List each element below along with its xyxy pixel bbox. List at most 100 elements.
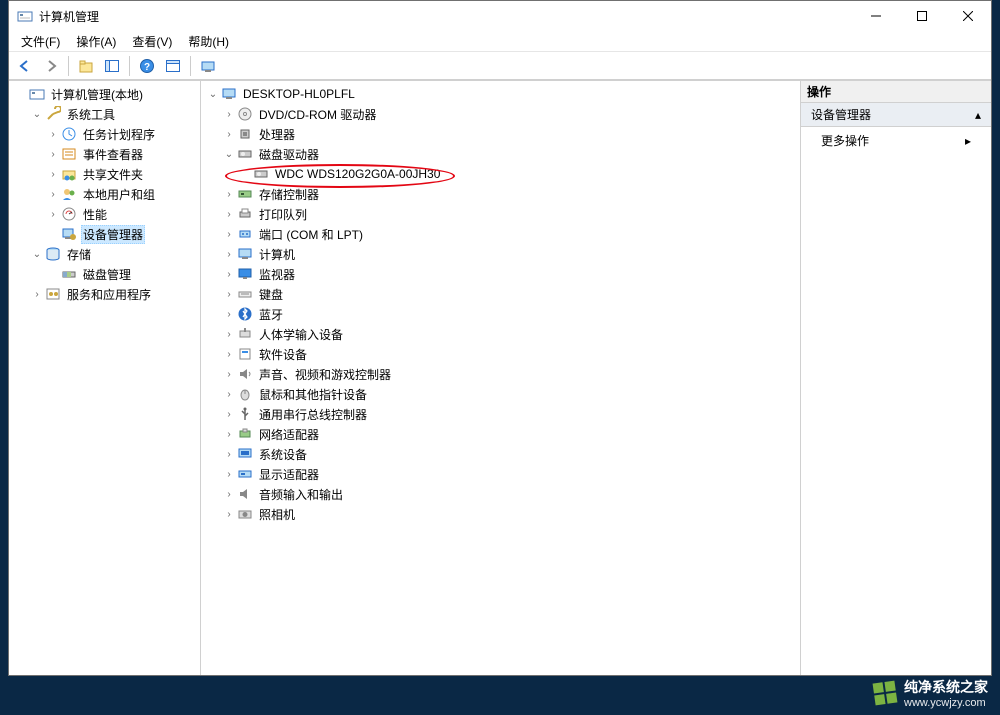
left-tree-panel: 计算机管理(本地) ⌄系统工具 ›任务计划程序 ›事件查看器 ›共享文件夹 ›本… bbox=[9, 81, 201, 675]
dev-network[interactable]: ›网络适配器 bbox=[201, 424, 800, 444]
collapse-icon[interactable]: ⌄ bbox=[205, 89, 221, 100]
disk-icon bbox=[253, 166, 269, 182]
up-button[interactable] bbox=[74, 54, 98, 78]
dev-monitor[interactable]: ›监视器 bbox=[201, 264, 800, 284]
menu-view[interactable]: 查看(V) bbox=[124, 31, 180, 52]
watermark-url: www.ycwjzy.com bbox=[904, 697, 988, 709]
toolbar-separator bbox=[190, 56, 191, 76]
software-icon bbox=[237, 346, 253, 362]
dev-camera[interactable]: ›照相机 bbox=[201, 504, 800, 524]
dev-mouse[interactable]: ›鼠标和其他指针设备 bbox=[201, 384, 800, 404]
expand-icon[interactable]: › bbox=[221, 469, 237, 480]
expand-icon[interactable]: › bbox=[221, 189, 237, 200]
expand-icon[interactable]: › bbox=[221, 509, 237, 520]
dev-computer[interactable]: ›计算机 bbox=[201, 244, 800, 264]
menu-action[interactable]: 操作(A) bbox=[68, 31, 124, 52]
window-controls bbox=[853, 1, 991, 31]
expand-icon[interactable]: › bbox=[221, 429, 237, 440]
scan-button[interactable] bbox=[196, 54, 220, 78]
expand-icon[interactable]: › bbox=[221, 409, 237, 420]
expand-icon[interactable]: › bbox=[221, 449, 237, 460]
tree-services-apps[interactable]: ›服务和应用程序 bbox=[9, 284, 200, 304]
tree-device-manager[interactable]: 设备管理器 bbox=[9, 224, 200, 244]
dev-display[interactable]: ›显示适配器 bbox=[201, 464, 800, 484]
dev-dvd[interactable]: ›DVD/CD-ROM 驱动器 bbox=[201, 104, 800, 124]
dev-print-queue[interactable]: ›打印队列 bbox=[201, 204, 800, 224]
expand-icon[interactable]: › bbox=[221, 329, 237, 340]
minimize-button[interactable] bbox=[853, 1, 899, 31]
expand-icon[interactable]: › bbox=[45, 169, 61, 180]
dev-disk-drives[interactable]: ⌄磁盘驱动器 bbox=[201, 144, 800, 164]
dev-soft-devices[interactable]: ›软件设备 bbox=[201, 344, 800, 364]
tree-event-viewer[interactable]: ›事件查看器 bbox=[9, 144, 200, 164]
expand-icon[interactable]: › bbox=[45, 209, 61, 220]
dev-wdc-disk[interactable]: WDC WDS120G2G0A-00JH30 bbox=[201, 164, 800, 184]
dev-processor[interactable]: ›处理器 bbox=[201, 124, 800, 144]
dev-usb[interactable]: ›通用串行总线控制器 bbox=[201, 404, 800, 424]
speaker-icon bbox=[237, 366, 253, 382]
tree-storage[interactable]: ⌄存储 bbox=[9, 244, 200, 264]
show-hide-tree-button[interactable] bbox=[100, 54, 124, 78]
dev-hid[interactable]: ›人体学输入设备 bbox=[201, 324, 800, 344]
port-icon bbox=[237, 226, 253, 242]
tree-root-local[interactable]: 计算机管理(本地) bbox=[9, 84, 200, 104]
hid-icon bbox=[237, 326, 253, 342]
collapse-icon[interactable]: ⌄ bbox=[221, 149, 237, 160]
expand-icon[interactable]: › bbox=[221, 109, 237, 120]
properties-button[interactable] bbox=[161, 54, 185, 78]
computer-icon bbox=[237, 246, 253, 262]
expand-icon[interactable]: › bbox=[221, 389, 237, 400]
services-icon bbox=[45, 286, 61, 302]
back-button[interactable] bbox=[13, 54, 37, 78]
more-actions[interactable]: 更多操作 ▸ bbox=[801, 127, 991, 154]
watermark-name: 纯净系统之家 bbox=[904, 677, 988, 697]
close-button[interactable] bbox=[945, 1, 991, 31]
tree-task-scheduler[interactable]: ›任务计划程序 bbox=[9, 124, 200, 144]
mouse-icon bbox=[237, 386, 253, 402]
tree-system-tools[interactable]: ⌄系统工具 bbox=[9, 104, 200, 124]
storage-ctrl-icon bbox=[237, 186, 253, 202]
dev-keyboard[interactable]: ›键盘 bbox=[201, 284, 800, 304]
dev-audio[interactable]: ›声音、视频和游戏控制器 bbox=[201, 364, 800, 384]
toolbar-separator bbox=[68, 56, 69, 76]
expand-icon[interactable]: › bbox=[221, 249, 237, 260]
dev-audio-io[interactable]: ›音频输入和输出 bbox=[201, 484, 800, 504]
expand-icon[interactable]: › bbox=[221, 369, 237, 380]
forward-button[interactable] bbox=[39, 54, 63, 78]
dev-ports[interactable]: ›端口 (COM 和 LPT) bbox=[201, 224, 800, 244]
display-adapter-icon bbox=[237, 466, 253, 482]
collapse-icon[interactable]: ⌄ bbox=[29, 109, 45, 120]
expand-icon[interactable]: › bbox=[221, 489, 237, 500]
expand-icon[interactable]: › bbox=[45, 189, 61, 200]
actions-section[interactable]: 设备管理器 ▴ bbox=[801, 103, 991, 127]
menu-file[interactable]: 文件(F) bbox=[13, 31, 68, 52]
tree-shared-folders[interactable]: ›共享文件夹 bbox=[9, 164, 200, 184]
storage-icon bbox=[45, 246, 61, 262]
menu-bar: 文件(F) 操作(A) 查看(V) 帮助(H) bbox=[9, 31, 991, 52]
expand-icon[interactable]: › bbox=[221, 289, 237, 300]
dev-root[interactable]: ⌄DESKTOP-HL0PLFL bbox=[201, 84, 800, 104]
watermark-logo-icon bbox=[873, 681, 898, 706]
maximize-button[interactable] bbox=[899, 1, 945, 31]
expand-icon[interactable]: › bbox=[45, 149, 61, 160]
expand-icon[interactable]: › bbox=[45, 129, 61, 140]
tree-local-users[interactable]: ›本地用户和组 bbox=[9, 184, 200, 204]
actions-header: 操作 bbox=[801, 81, 991, 103]
dev-storage-ctrl[interactable]: ›存储控制器 bbox=[201, 184, 800, 204]
expand-icon[interactable]: › bbox=[221, 349, 237, 360]
expand-icon[interactable]: › bbox=[221, 129, 237, 140]
camera-icon bbox=[237, 506, 253, 522]
collapse-icon[interactable]: ⌄ bbox=[29, 249, 45, 260]
device-manager-icon bbox=[61, 226, 77, 242]
tree-disk-mgmt[interactable]: 磁盘管理 bbox=[9, 264, 200, 284]
expand-icon[interactable]: › bbox=[29, 289, 45, 300]
help-button[interactable]: ? bbox=[135, 54, 159, 78]
dev-bluetooth[interactable]: ›蓝牙 bbox=[201, 304, 800, 324]
expand-icon[interactable]: › bbox=[221, 209, 237, 220]
expand-icon[interactable]: › bbox=[221, 229, 237, 240]
expand-icon[interactable]: › bbox=[221, 269, 237, 280]
dev-sys-devices[interactable]: ›系统设备 bbox=[201, 444, 800, 464]
tree-performance[interactable]: ›性能 bbox=[9, 204, 200, 224]
menu-help[interactable]: 帮助(H) bbox=[180, 31, 237, 52]
expand-icon[interactable]: › bbox=[221, 309, 237, 320]
